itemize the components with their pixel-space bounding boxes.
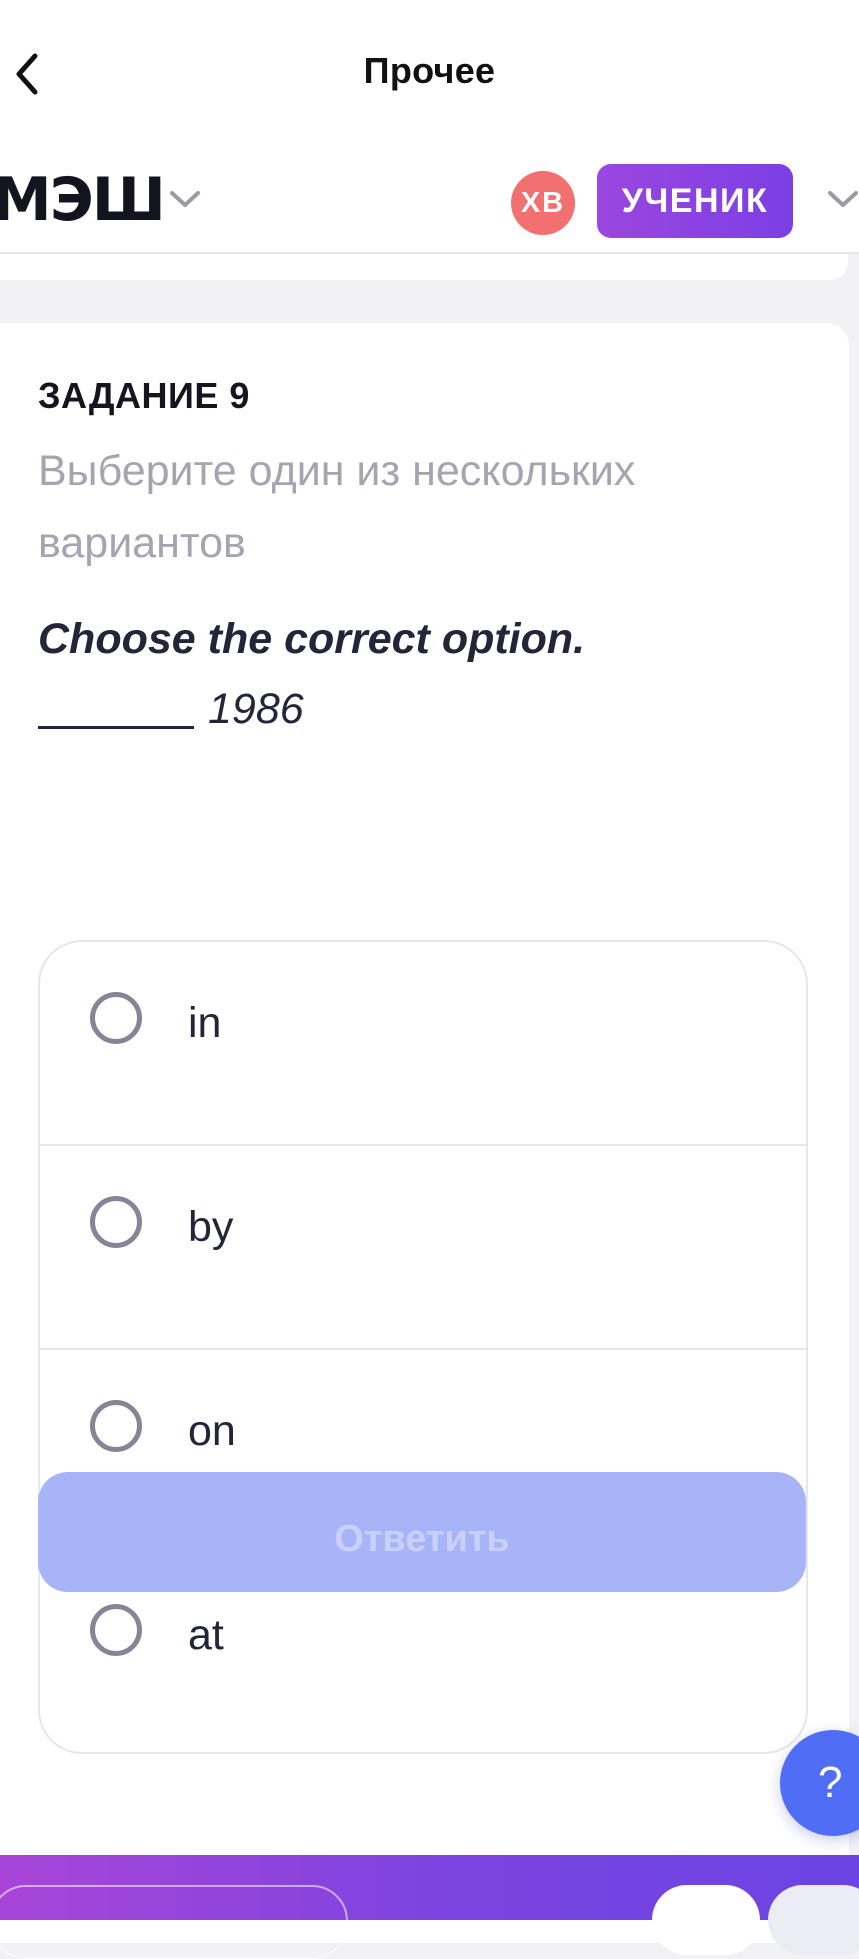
top-bar: Прочее	[0, 0, 859, 150]
chevron-down-icon[interactable]	[168, 188, 202, 210]
radio-button[interactable]	[90, 992, 142, 1044]
option-label: by	[188, 1203, 234, 1251]
avatar[interactable]: ХВ	[511, 171, 575, 235]
question-gap-text: 1986	[208, 685, 304, 733]
option-label: in	[188, 999, 222, 1047]
radio-button[interactable]	[90, 1604, 142, 1656]
role-switch-button[interactable]: УЧЕНИК	[597, 164, 793, 238]
question-icon: ?	[818, 1758, 843, 1807]
option-label: at	[188, 1611, 224, 1659]
answer-option[interactable]: in	[40, 942, 806, 1146]
task-number: ЗАДАНИЕ 9	[38, 375, 250, 416]
submit-button[interactable]: Ответить	[38, 1472, 806, 1592]
question-text: Choose the correct option.	[38, 615, 586, 663]
bottom-bar	[0, 1855, 859, 1959]
page-title: Прочее	[363, 50, 496, 91]
previous-card-edge	[0, 254, 848, 280]
radio-button[interactable]	[90, 1196, 142, 1248]
bottom-nav-button[interactable]	[652, 1885, 760, 1955]
answer-options: in by on at	[38, 940, 808, 1754]
radio-button[interactable]	[90, 1400, 142, 1452]
option-label: on	[188, 1407, 236, 1455]
app-logo: МЭШ	[0, 165, 166, 235]
task-instruction: Выберите один из нескольких вариантов	[38, 447, 636, 567]
task-card: ЗАДАНИЕ 9 Выберите один из нескольких ва…	[0, 323, 849, 1943]
chevron-down-icon[interactable]	[826, 188, 859, 210]
submit-label: Ответить	[334, 1518, 510, 1560]
bottom-nav-button[interactable]	[768, 1885, 859, 1955]
answer-option[interactable]: by	[40, 1146, 806, 1350]
answer-gap	[38, 726, 194, 729]
bottom-nav-button[interactable]	[0, 1885, 348, 1959]
app-header: МЭШ ХВ УЧЕНИК	[0, 150, 859, 254]
